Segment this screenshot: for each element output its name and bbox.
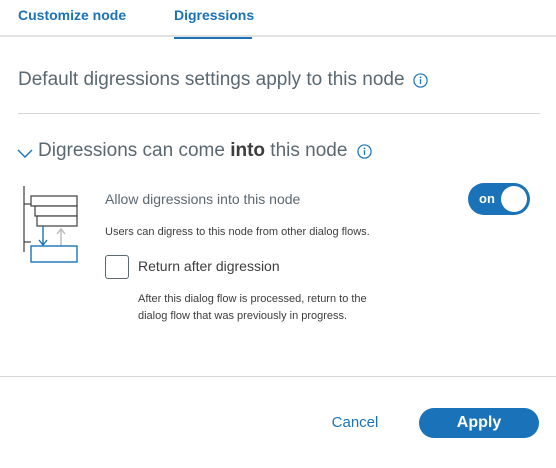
tab-digressions-label: Digressions bbox=[174, 7, 255, 23]
allow-digressions-label: Allow digressions into this node bbox=[105, 191, 301, 207]
footer-divider bbox=[0, 376, 556, 377]
default-settings-title: Default digressions settings apply to th… bbox=[18, 69, 405, 90]
tab-customize-node[interactable]: Customize node bbox=[18, 0, 126, 37]
toggle-knob bbox=[501, 186, 527, 212]
active-tab-indicator bbox=[174, 37, 252, 39]
return-after-digression-checkbox[interactable] bbox=[105, 255, 129, 279]
apply-button[interactable]: Apply bbox=[419, 408, 539, 438]
return-after-digression-label[interactable]: Return after digression bbox=[138, 258, 280, 274]
tab-digressions[interactable]: Digressions bbox=[174, 0, 255, 39]
info-icon[interactable] bbox=[357, 143, 373, 159]
title-suffix: this node bbox=[265, 140, 348, 161]
digressions-into-title: Digressions can come into this node bbox=[38, 140, 347, 162]
tab-bar: Customize node Digressions bbox=[0, 0, 556, 39]
return-after-digression-description: After this dialog flow is processed, ret… bbox=[138, 293, 367, 322]
section-divider bbox=[18, 113, 540, 114]
title-prefix: Digressions can come bbox=[38, 140, 231, 161]
toggle-state-label: on bbox=[479, 191, 495, 206]
chevron-down-icon[interactable] bbox=[16, 145, 34, 163]
default-settings-heading: Default digressions settings apply to th… bbox=[18, 69, 428, 91]
tab-customize-node-label: Customize node bbox=[18, 7, 127, 23]
allow-digressions-description: Users can digress to this node from othe… bbox=[105, 226, 370, 238]
digression-diagram-icon bbox=[23, 186, 78, 263]
title-bold: into bbox=[230, 140, 266, 161]
cancel-button[interactable]: Cancel bbox=[322, 408, 388, 438]
allow-digressions-toggle[interactable]: on bbox=[468, 183, 530, 215]
info-icon[interactable] bbox=[412, 72, 428, 88]
digressions-into-heading[interactable]: Digressions can come into this node bbox=[16, 139, 373, 163]
